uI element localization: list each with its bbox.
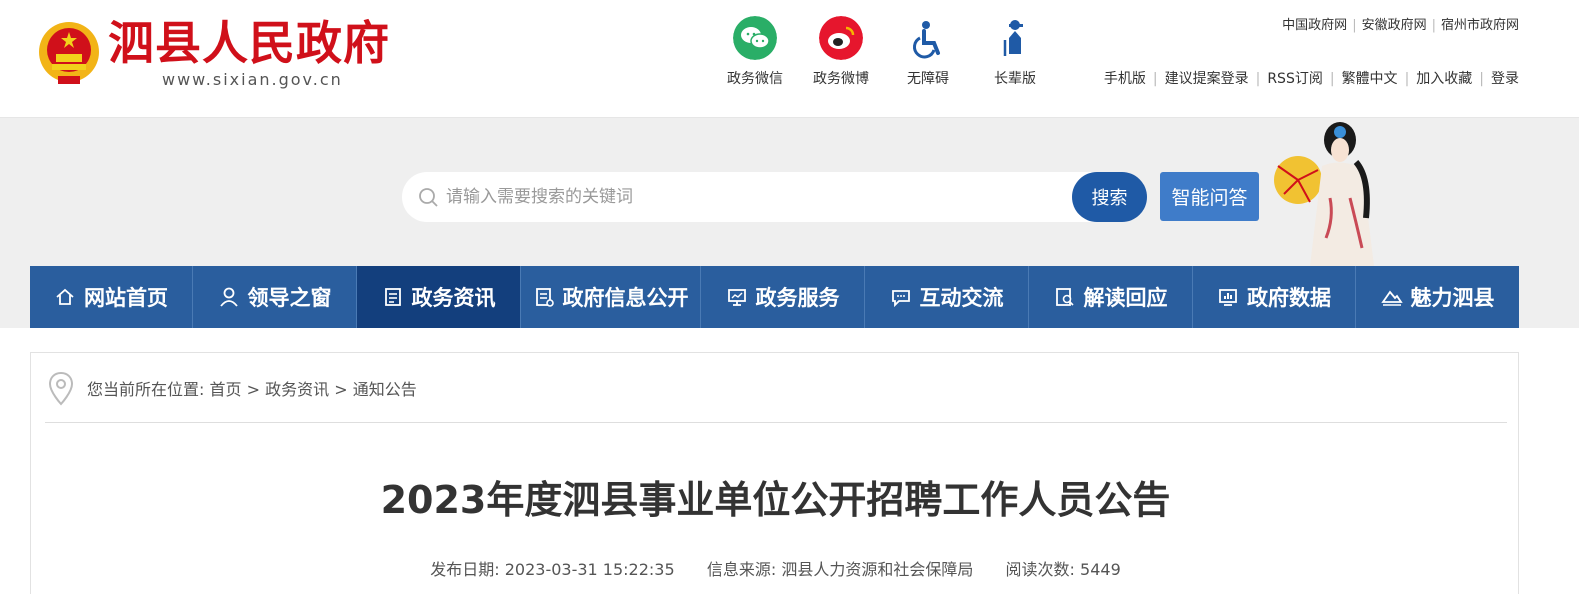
breadcrumb-trail: 您当前所在位置: 首页 > 政务资讯 > 通知公告	[87, 376, 417, 400]
gov-link-china[interactable]: 中国政府网	[1282, 18, 1347, 33]
chat-icon	[891, 290, 910, 308]
divider: |	[1152, 71, 1158, 87]
read-count: 5449	[1080, 560, 1121, 579]
source-label: 信息来源:	[706, 560, 777, 579]
proposal-login-link[interactable]: 建议提案登录	[1165, 71, 1249, 87]
chart-icon	[1219, 289, 1237, 306]
divider: |	[1352, 18, 1357, 33]
nav-item-charm[interactable]: 魅力泗县	[1356, 266, 1519, 328]
article-meta: 发布日期: 2023-03-31 15:22:35 信息来源: 泗县人力资源和社…	[31, 556, 1520, 580]
quick-link-label: 政务微博	[813, 71, 869, 87]
gov-links: 中国政府网 | 安徽政府网 | 宿州市政府网	[1282, 14, 1519, 33]
wechat-icon	[733, 16, 777, 60]
search-box: 搜索	[402, 172, 1147, 222]
national-emblem-logo[interactable]	[36, 20, 102, 88]
search-doc-icon	[1055, 288, 1074, 306]
quick-link-accessibility[interactable]: 无障碍	[893, 16, 963, 88]
quick-link-wechat[interactable]: 政务微信	[720, 16, 790, 88]
nav-item-services[interactable]: 政务服务	[701, 266, 865, 328]
nav-item-interpretation[interactable]: 解读回应	[1029, 266, 1193, 328]
nav-item-label: 政务资讯	[411, 286, 496, 310]
add-favorite-link[interactable]: 加入收藏	[1416, 71, 1472, 87]
nav-item-label: 领导之窗	[247, 286, 332, 310]
breadcrumb: 您当前所在位置: 首页 > 政务资讯 > 通知公告	[45, 353, 1507, 423]
main-nav: 网站首页 领导之窗 政务资讯 政府信息公开 政务服务 互动交流 解读回应 政府数…	[30, 266, 1519, 328]
elder-icon	[1003, 20, 1023, 56]
breadcrumb-news[interactable]: 政务资讯	[265, 380, 329, 399]
nav-item-interaction[interactable]: 互动交流	[865, 266, 1029, 328]
landscape-icon	[1380, 290, 1403, 306]
quick-link-weibo[interactable]: 政务微博	[806, 16, 876, 88]
traditional-chinese-link[interactable]: 繁體中文	[1342, 71, 1398, 87]
quick-link-elder[interactable]: 长辈版	[980, 16, 1050, 88]
login-link[interactable]: 登录	[1491, 71, 1519, 87]
nav-item-label: 政府数据	[1247, 286, 1331, 310]
search-input[interactable]	[446, 182, 1066, 212]
quick-link-label: 政务微信	[727, 71, 783, 87]
publish-date-label: 发布日期:	[430, 560, 500, 579]
breadcrumb-home[interactable]: 首页	[210, 380, 242, 399]
search-icon	[419, 188, 438, 207]
mobile-link[interactable]: 手机版	[1104, 71, 1146, 87]
gov-link-anhui[interactable]: 安徽政府网	[1362, 18, 1427, 33]
quick-link-label: 无障碍	[907, 71, 949, 87]
nav-item-news[interactable]: 政务资讯	[357, 266, 521, 328]
home-icon	[56, 288, 74, 305]
site-header: 泗县人民政府 www.sixian.gov.cn 政务微信 政务微博 无障碍 长…	[0, 0, 1579, 118]
nav-item-label: 解读回应	[1083, 286, 1168, 310]
read-count-label: 阅读次数:	[1005, 560, 1075, 579]
nav-item-label: 政务服务	[755, 286, 840, 310]
divider: |	[1255, 71, 1261, 87]
publish-date: 2023-03-31 15:22:35	[504, 560, 675, 579]
site-url: www.sixian.gov.cn	[162, 70, 343, 89]
divider: |	[1404, 71, 1410, 87]
nav-item-label: 互动交流	[919, 286, 1004, 310]
site-title[interactable]: 泗县人民政府	[108, 14, 390, 72]
breadcrumb-prefix: 您当前所在位置:	[87, 380, 205, 399]
util-links: 手机版 | 建议提案登录 | RSS订阅 | 繁體中文 | 加入收藏 | 登录	[1104, 68, 1519, 88]
document-icon	[384, 288, 401, 306]
divider: |	[1329, 71, 1335, 87]
divider: |	[1431, 18, 1436, 33]
rss-link[interactable]: RSS订阅	[1267, 71, 1323, 87]
article-card: 您当前所在位置: 首页 > 政务资讯 > 通知公告 2023年度泗县事业单位公开…	[30, 352, 1519, 594]
breadcrumb-separator: >	[246, 380, 261, 399]
weibo-icon	[819, 16, 863, 60]
opera-figure-illustration	[1274, 122, 1374, 266]
nav-item-data[interactable]: 政府数据	[1193, 266, 1356, 328]
monitor-icon	[727, 289, 746, 306]
nav-item-info-disclosure[interactable]: 政府信息公开	[521, 266, 701, 328]
accessibility-icon	[912, 21, 940, 59]
smart-qa-button[interactable]: 智能问答	[1160, 172, 1259, 221]
list-doc-icon	[535, 288, 554, 307]
quick-link-label: 长辈版	[994, 71, 1036, 87]
breadcrumb-notices[interactable]: 通知公告	[353, 380, 417, 399]
article-title: 2023年度泗县事业单位公开招聘工作人员公告	[380, 478, 1171, 522]
nav-item-label: 网站首页	[84, 286, 168, 310]
nav-item-leaders[interactable]: 领导之窗	[193, 266, 357, 328]
nav-item-label: 政府信息公开	[562, 286, 689, 310]
nav-item-home[interactable]: 网站首页	[30, 266, 193, 328]
location-pin-icon	[48, 371, 74, 406]
search-button[interactable]: 搜索	[1072, 172, 1147, 222]
breadcrumb-separator: >	[334, 380, 348, 399]
source-value: 泗县人力资源和社会保障局	[781, 560, 974, 579]
divider: |	[1479, 71, 1484, 87]
gov-link-suzhou[interactable]: 宿州市政府网	[1441, 18, 1519, 33]
nav-item-label: 魅力泗县	[1410, 286, 1495, 310]
person-icon	[219, 287, 238, 307]
